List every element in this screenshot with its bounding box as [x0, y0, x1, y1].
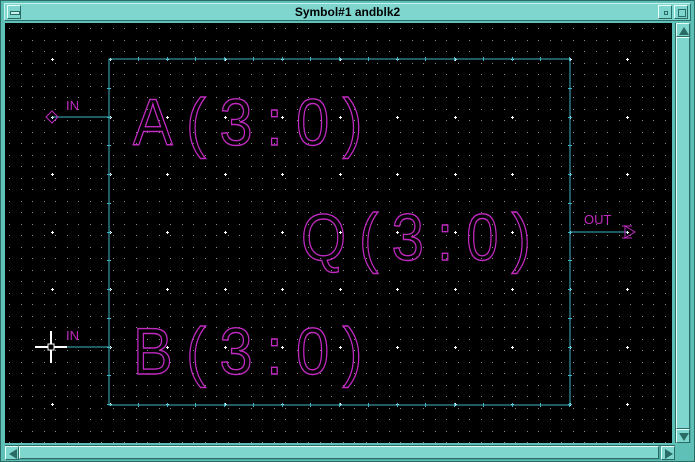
pin-b-direction: IN [66, 328, 79, 343]
pin-a-label[interactable]: A(3:0) [132, 84, 376, 159]
horizontal-scrollbar[interactable] [5, 445, 675, 460]
scroll-up-arrow-icon[interactable] [676, 23, 690, 37]
scroll-left-arrow-icon[interactable] [5, 446, 19, 460]
scrollbar-corner [675, 445, 691, 460]
maximize-button[interactable] [674, 5, 688, 19]
pin-a[interactable]: IN [45, 98, 109, 124]
scroll-down-arrow-icon[interactable] [676, 429, 690, 443]
pin-b[interactable]: IN [52, 328, 109, 348]
schematic-canvas[interactable]: IN IN OUT A(3:0) Q(3:0) B(3:0) [5, 23, 672, 443]
window-title: Symbol#1 andblk2 [294, 5, 401, 19]
title-bar[interactable]: Symbol#1 andblk2 [4, 3, 691, 21]
symbol-editor-window: Symbol#1 andblk2 IN IN OUT A(3:0) Q(3:0)… [0, 0, 695, 462]
vertical-scrollbar[interactable] [675, 23, 691, 443]
pin-q-label[interactable]: Q(3:0) [300, 199, 544, 274]
pin-b-label[interactable]: B(3:0) [132, 313, 376, 388]
crosshair-cursor-icon [35, 331, 67, 363]
pin-a-direction: IN [66, 98, 79, 113]
minimize-button[interactable] [658, 5, 672, 19]
scroll-right-arrow-icon[interactable] [661, 446, 675, 460]
horizontal-scroll-thumb[interactable] [19, 446, 659, 459]
vertical-scroll-thumb[interactable] [676, 37, 690, 429]
pin-q[interactable]: OUT [570, 212, 636, 239]
pin-q-direction: OUT [584, 212, 612, 227]
